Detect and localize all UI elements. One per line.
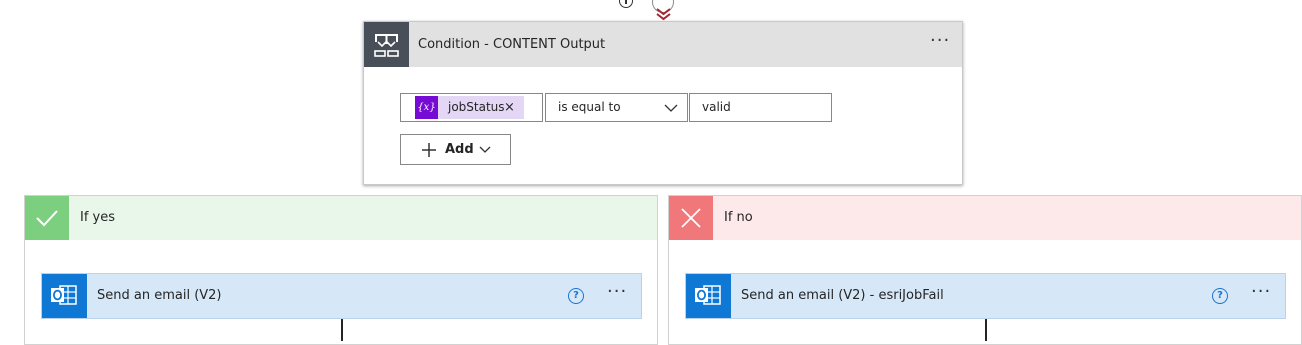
help-icon[interactable]: ? [1212,288,1228,304]
chevron-down-icon [479,146,491,153]
if-no-branch: If no Send an email (V2) - esriJobFail ?… [668,195,1302,345]
action-more-options-button[interactable]: ··· [607,270,627,314]
condition-more-options-button[interactable]: ··· [930,18,950,63]
connector-line [341,319,343,341]
token-remove-button[interactable]: × [504,96,515,119]
right-operand-value: valid [702,100,731,114]
plus-icon [422,143,436,157]
arrow-down-icon [656,8,671,21]
operator-select[interactable]: is equal to [545,93,688,122]
if-yes-label: If yes [80,210,116,225]
if-yes-header[interactable]: If yes [25,196,657,240]
dynamic-content-token[interactable]: {x} jobStatus × [415,96,524,119]
add-button[interactable]: Add [400,134,511,165]
connector-line [985,319,987,341]
action-more-options-button[interactable]: ··· [1251,270,1271,314]
if-yes-branch: If yes Send an email (V2) ? ··· [24,195,658,345]
outlook-icon [686,274,731,318]
token-label: jobStatus [448,100,505,114]
variable-icon: {x} [415,96,438,119]
send-email-esrijobfail-action[interactable]: Send an email (V2) - esriJobFail ? ··· [685,273,1286,319]
info-icon[interactable] [619,0,633,8]
add-label: Add [445,142,474,157]
condition-card: Condition - CONTENT Output ··· {x} jobSt… [363,21,963,185]
if-no-header[interactable]: If no [669,196,1301,240]
if-no-label: If no [724,210,753,225]
operator-value: is equal to [558,100,621,114]
action-title: Send an email (V2) [97,288,222,303]
condition-title: Condition - CONTENT Output [418,37,606,52]
condition-header[interactable]: Condition - CONTENT Output ··· [364,22,962,67]
left-operand-field[interactable]: {x} jobStatus × [400,93,543,122]
right-operand-field[interactable]: valid [689,93,832,122]
action-title: Send an email (V2) - esriJobFail [741,288,944,303]
check-icon [25,196,69,240]
help-icon[interactable]: ? [568,288,584,304]
condition-icon [364,22,409,67]
chevron-down-icon [664,104,678,112]
send-email-action[interactable]: Send an email (V2) ? ··· [41,273,642,319]
outlook-icon [42,274,87,318]
close-icon [669,196,713,240]
